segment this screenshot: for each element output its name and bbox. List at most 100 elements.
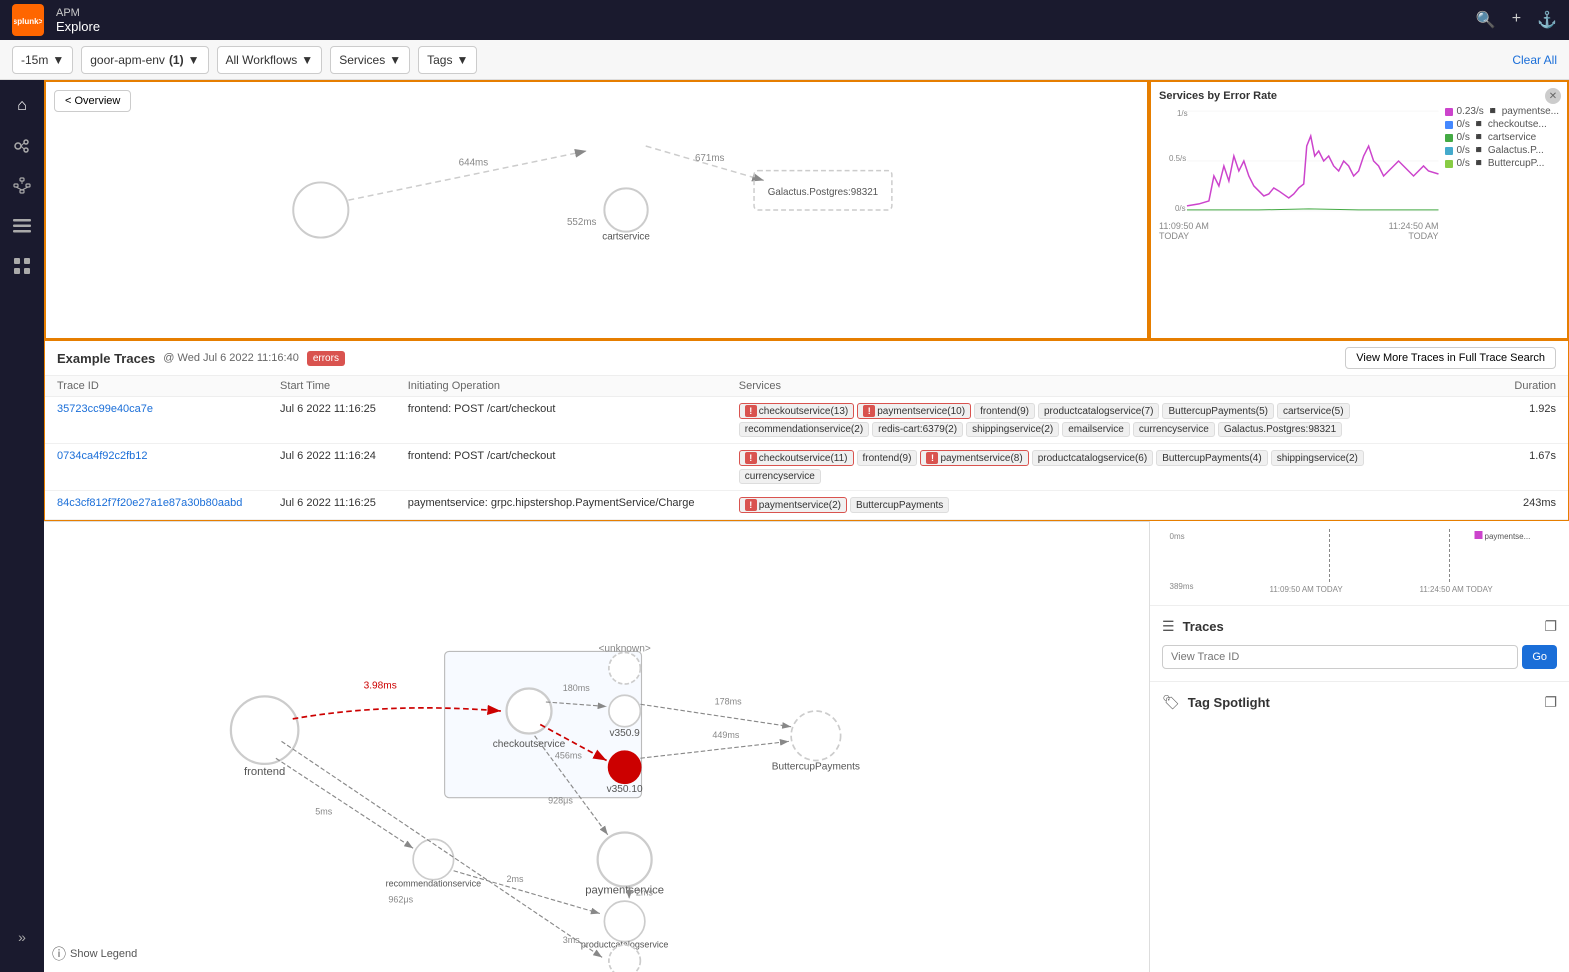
service-tag[interactable]: frontend(9) (974, 403, 1035, 419)
svg-text:recommendationservice: recommendationservice (386, 879, 482, 889)
service-tag[interactable]: cartservice(5) (1277, 403, 1350, 419)
right-panel: 0ms 389ms 11:09:50 AM TODAY 11:24:50 AM … (1149, 521, 1569, 972)
service-tag[interactable]: redis-cart:6379(2) (872, 422, 963, 437)
service-tag[interactable]: ButtercupPayments(4) (1156, 450, 1268, 466)
environment-filter[interactable]: goor-apm-env (1) ▼ (81, 46, 208, 74)
service-tag-label: redis-cart:6379(2) (878, 424, 957, 435)
svg-text:0ms: 0ms (1170, 532, 1185, 541)
svg-text:449ms: 449ms (712, 730, 740, 740)
service-tag[interactable]: currencyservice (1133, 422, 1215, 437)
env-value: goor-apm-env (90, 53, 165, 67)
service-tag-label: productcatalogservice(7) (1044, 406, 1154, 417)
service-tag[interactable]: frontend(9) (857, 450, 918, 466)
add-icon[interactable]: + (1512, 10, 1521, 30)
service-tag[interactable]: !paymentservice(2) (739, 497, 847, 513)
close-panel-button[interactable]: ✕ (1545, 88, 1561, 104)
legend-item-0: 0.23/s ◾ paymentse... (1445, 106, 1560, 117)
services-value: Services (339, 53, 385, 67)
service-tag-label: cartservice(5) (1283, 406, 1344, 417)
svg-text:178ms: 178ms (715, 696, 743, 706)
nav-list-icon[interactable] (4, 208, 40, 244)
trace-id-input[interactable] (1162, 645, 1518, 669)
example-traces-section: Example Traces @ Wed Jul 6 2022 11:16:40… (44, 340, 1569, 521)
svg-text:checkoutservice: checkoutservice (493, 739, 566, 750)
col-duration: Duration (1498, 376, 1568, 397)
tags-chevron-icon: ▼ (456, 53, 468, 67)
bookmark-icon[interactable]: ⚓ (1537, 10, 1557, 30)
service-tag[interactable]: Galactus.Postgres:98321 (1218, 422, 1342, 437)
legend-item-4: 0/s ◾ ButtercupP... (1445, 158, 1560, 169)
service-tag-label: currencyservice (745, 471, 815, 482)
legend-item-1: 0/s ◾ checkoutse... (1445, 119, 1560, 130)
service-tag[interactable]: productcatalogservice(7) (1038, 403, 1160, 419)
service-tag[interactable]: ButtercupPayments(5) (1162, 403, 1274, 419)
service-tag-label: checkoutservice(11) (759, 453, 848, 464)
service-tag[interactable]: !checkoutservice(11) (739, 450, 854, 466)
tag-spotlight-header: 🏷 Tag Spotlight ❐ (1162, 694, 1557, 711)
error-icon: ! (745, 405, 757, 417)
search-icon[interactable]: 🔍 (1476, 10, 1496, 30)
service-tag[interactable]: !paymentservice(8) (920, 450, 1028, 466)
table-row: 0734ca4f92c2fb12Jul 6 2022 11:16:24front… (45, 444, 1568, 491)
tags-filter[interactable]: Tags ▼ (418, 46, 477, 74)
show-legend-button[interactable]: ⓘ Show Legend (52, 944, 137, 964)
service-tag-label: ButtercupPayments(4) (1162, 453, 1262, 464)
svg-text:2ms: 2ms (636, 888, 654, 898)
service-tag-label: paymentservice(10) (877, 406, 965, 417)
svg-text:0.5/s: 0.5/s (1169, 154, 1186, 163)
error-rate-panel: Services by Error Rate ✕ 1/s 0.5/s 0/s (1149, 80, 1569, 340)
nav-grid-icon[interactable] (4, 248, 40, 284)
clear-all-button[interactable]: Clear All (1512, 53, 1557, 67)
service-tag[interactable]: currencyservice (739, 469, 821, 484)
trace-id-link-2[interactable]: 84c3cf812f7f20e27a1e87a30b80aabd (57, 497, 242, 509)
app-product: APM (56, 7, 100, 19)
col-services: Services (727, 376, 1498, 397)
trace-id-row: Go (1162, 645, 1557, 669)
svg-text:3ms: 3ms (563, 935, 581, 945)
service-map-svg: 644ms 671ms cartservice 552ms Galactus.P… (46, 82, 1147, 338)
duration-cell-0: 1.92s (1498, 397, 1568, 444)
traces-table: Trace ID Start Time Initiating Operation… (45, 376, 1568, 520)
service-tag-label: emailservice (1068, 424, 1124, 435)
time-range-filter[interactable]: -15m ▼ (12, 46, 73, 74)
tag-spotlight-expand-icon[interactable]: ❐ (1544, 694, 1557, 711)
nav-home-icon[interactable]: ⌂ (4, 88, 40, 124)
svg-text:456ms: 456ms (555, 750, 583, 760)
filter-bar: -15m ▼ goor-apm-env (1) ▼ All Workflows … (0, 40, 1569, 80)
errors-filter-badge[interactable]: errors (307, 351, 345, 366)
svg-text:cartservice: cartservice (602, 232, 650, 243)
service-tag[interactable]: shippingservice(2) (966, 422, 1059, 437)
svg-text:2ms: 2ms (507, 874, 525, 884)
svg-text:11:09:50 AM TODAY: 11:09:50 AM TODAY (1270, 585, 1344, 594)
nav-hierarchy-icon[interactable] (4, 168, 40, 204)
nav-collapse-icon[interactable]: » (4, 920, 40, 956)
time-range-value: -15m (21, 53, 48, 67)
error-rate-title: Services by Error Rate (1159, 90, 1559, 102)
tags-value: Tags (427, 53, 452, 67)
services-filter[interactable]: Services ▼ (330, 46, 410, 74)
tag-spotlight-title: Tag Spotlight (1188, 695, 1270, 710)
service-tag[interactable]: shippingservice(2) (1271, 450, 1364, 466)
service-tag[interactable]: !paymentservice(10) (857, 403, 971, 419)
traces-widget-expand-icon[interactable]: ❐ (1544, 618, 1557, 635)
trace-id-link-0[interactable]: 35723cc99e40ca7e (57, 403, 153, 415)
start-time-cell-2: Jul 6 2022 11:16:25 (268, 491, 396, 520)
overview-button[interactable]: < Overview (54, 90, 131, 112)
service-tag[interactable]: ButtercupPayments (850, 497, 949, 513)
bottom-section: frontend checkoutservice <unknown> v350.… (44, 521, 1569, 972)
view-more-traces-button[interactable]: View More Traces in Full Trace Search (1345, 347, 1556, 369)
service-tag[interactable]: !checkoutservice(13) (739, 403, 854, 419)
service-tag[interactable]: productcatalogservice(6) (1032, 450, 1154, 466)
tag-spotlight-widget: 🏷 Tag Spotlight ❐ (1150, 682, 1569, 723)
nav-apm-icon[interactable] (4, 128, 40, 164)
service-tag-label: Galactus.Postgres:98321 (1224, 424, 1336, 435)
service-tag[interactable]: recommendationservice(2) (739, 422, 869, 437)
error-icon: ! (863, 405, 875, 417)
trace-id-go-button[interactable]: Go (1522, 645, 1557, 669)
service-tag[interactable]: emailservice (1062, 422, 1130, 437)
workflows-chevron-icon: ▼ (301, 53, 313, 67)
trace-id-link-1[interactable]: 0734ca4f92c2fb12 (57, 450, 148, 462)
svg-text:frontend: frontend (244, 766, 285, 778)
legend-item-3: 0/s ◾ Galactus.P... (1445, 145, 1560, 156)
workflows-filter[interactable]: All Workflows ▼ (217, 46, 323, 74)
